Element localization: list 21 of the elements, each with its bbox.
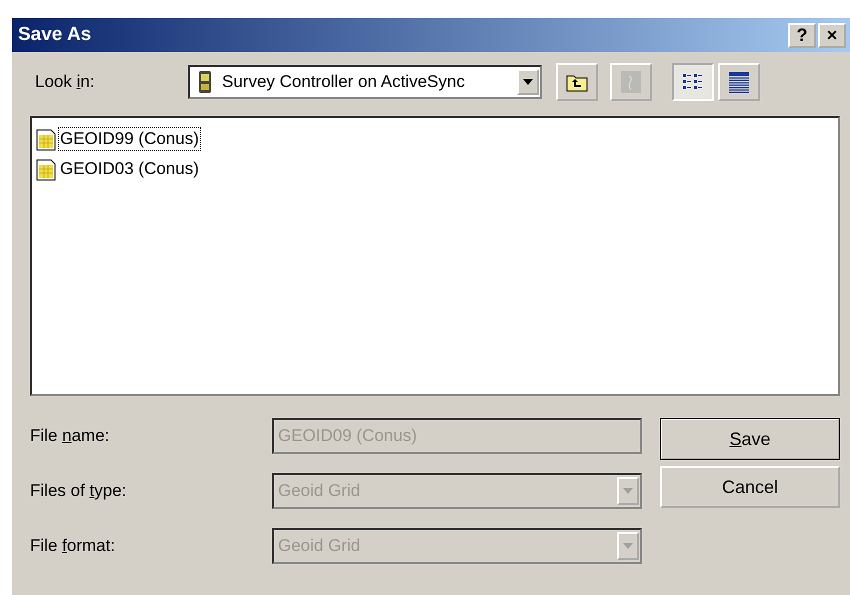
help-button[interactable]: ? <box>788 22 816 48</box>
look-in-label: Look in: <box>35 72 96 92</box>
list-view-button[interactable] <box>672 63 714 101</box>
file-icon <box>35 127 57 151</box>
file-icon <box>35 157 57 181</box>
details-view-button[interactable] <box>718 63 760 101</box>
cancel-button[interactable]: Cancel <box>660 466 840 508</box>
details-view-icon <box>728 71 750 93</box>
field-label: File name: <box>30 426 110 446</box>
up-folder-button[interactable] <box>556 63 598 101</box>
file-item[interactable]: GEOID99 (Conus) <box>58 127 201 151</box>
device-icon <box>198 70 212 94</box>
window-title: Save As <box>18 24 92 46</box>
field-label: Files of type: <box>30 481 128 501</box>
close-button[interactable]: × <box>818 22 846 48</box>
desktop-icon <box>620 70 642 94</box>
field-label: File format: <box>30 536 116 556</box>
look-in-dropdown[interactable]: Survey Controller on ActiveSync <box>188 65 542 99</box>
save-button[interactable]: Save <box>660 418 840 460</box>
file-item[interactable]: GEOID03 (Conus) <box>58 157 201 181</box>
list-view-icon <box>682 72 704 92</box>
